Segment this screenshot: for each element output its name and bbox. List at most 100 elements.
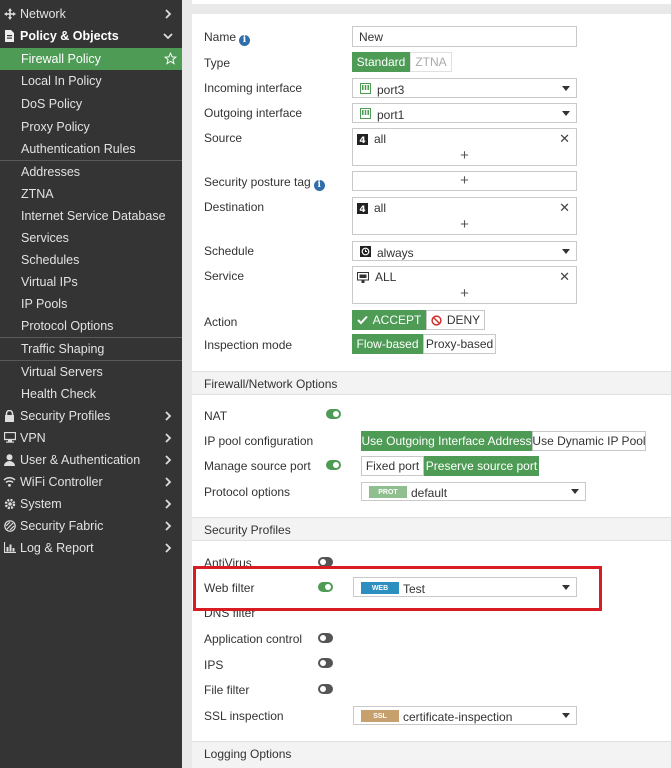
use-dynamic-ip-pool-button[interactable]: Use Dynamic IP Pool [532, 431, 646, 451]
sidebar-item-protocol-options[interactable]: Protocol Options [0, 315, 182, 337]
sidebar-item-internet-service-database[interactable]: Internet Service Database [0, 205, 182, 227]
sidebar-item-traffic-shaping[interactable]: Traffic Shaping [0, 338, 182, 360]
action-accept-button[interactable]: ACCEPT [352, 310, 426, 330]
svg-text:4: 4 [359, 136, 365, 145]
sidebar-item-vpn[interactable]: VPN [0, 427, 182, 449]
sidebar-item-authentication-rules[interactable]: Authentication Rules [0, 138, 182, 160]
manage-source-port-toggle[interactable] [326, 460, 341, 470]
sidebar-item-label: Authentication Rules [21, 142, 136, 156]
sidebar-item-security-profiles[interactable]: Security Profiles [0, 405, 182, 427]
panel-top-strip [192, 0, 671, 4]
chevron-right-icon [165, 433, 172, 443]
service-field[interactable]: ALL ✕ + [352, 266, 577, 304]
add-source-button[interactable]: + [353, 147, 576, 164]
sidebar-item-health-check[interactable]: Health Check [0, 383, 182, 405]
sidebar-item-security-fabric[interactable]: Security Fabric [0, 515, 182, 537]
sidebar-item-label: DoS Policy [21, 97, 83, 111]
chart-icon [3, 541, 16, 554]
source-field[interactable]: 4 all ✕ + [352, 128, 577, 166]
type-ztna-button[interactable]: ZTNA [410, 52, 452, 72]
sidebar-item-firewall-policy[interactable]: Firewall Policy [0, 48, 182, 70]
ssl-inspection-select[interactable]: SSL certificate-inspection [353, 706, 577, 725]
deny-icon [431, 314, 442, 326]
add-service-button[interactable]: + [353, 285, 576, 302]
name-input[interactable] [352, 26, 577, 47]
service-entry: ALL [357, 270, 396, 284]
destination-field[interactable]: 4 all ✕ + [352, 197, 577, 235]
destination-entry: 4 all [357, 201, 386, 215]
service-value: ALL [375, 270, 397, 284]
name-label: Name i [204, 30, 251, 46]
sidebar-item-addresses[interactable]: Addresses [0, 161, 182, 183]
sidebar-item-label: Services [21, 231, 69, 245]
remove-destination-icon[interactable]: ✕ [559, 200, 570, 216]
sidebar-item-network[interactable]: Network [0, 3, 182, 25]
sidebar-item-log-report[interactable]: Log & Report [0, 537, 182, 559]
wifi-icon [3, 475, 16, 488]
outgoing-interface-select[interactable]: port1 [352, 103, 577, 123]
chevron-right-icon [165, 411, 172, 421]
sidebar-item-label: Health Check [21, 387, 97, 401]
sidebar-item-label: Log & Report [20, 541, 94, 555]
sidebar-item-system[interactable]: System [0, 493, 182, 515]
application-control-toggle[interactable] [318, 633, 333, 643]
proxy-based-button[interactable]: Proxy-based [423, 334, 496, 354]
file-filter-toggle[interactable] [318, 684, 333, 694]
sidebar-item-proxy-policy[interactable]: Proxy Policy [0, 116, 182, 138]
add-destination-button[interactable]: + [353, 216, 576, 233]
protocol-options-select[interactable]: PROT default [361, 482, 586, 501]
sidebar-item-schedules[interactable]: Schedules [0, 249, 182, 271]
incoming-interface-select[interactable]: port3 [352, 78, 577, 98]
sidebar-item-label: System [20, 497, 62, 511]
remove-service-icon[interactable]: ✕ [559, 269, 570, 285]
sidebar-item-label: Network [20, 7, 66, 21]
sidebar-item-local-in-policy[interactable]: Local In Policy [0, 70, 182, 92]
star-icon[interactable] [164, 52, 177, 65]
accept-label: ACCEPT [372, 313, 422, 327]
add-posture-tag-button[interactable]: + [353, 172, 576, 189]
caret-down-icon [562, 86, 570, 91]
sidebar-item-label: Proxy Policy [21, 120, 90, 134]
use-outgoing-interface-button[interactable]: Use Outgoing Interface Address [361, 431, 532, 451]
sidebar-item-ip-pools[interactable]: IP Pools [0, 293, 182, 315]
info-icon[interactable]: i [239, 35, 251, 46]
vpn-icon [3, 431, 16, 444]
chevron-right-icon [165, 521, 172, 531]
firewall-network-options-header: Firewall/Network Options [192, 371, 671, 395]
check-icon [356, 315, 368, 325]
section-title: Firewall/Network Options [204, 377, 338, 391]
schedule-select[interactable]: always [352, 241, 577, 261]
action-deny-button[interactable]: DENY [426, 310, 485, 330]
sidebar-item-ztna[interactable]: ZTNA [0, 183, 182, 205]
fabric-icon [3, 519, 16, 532]
sidebar-item-user-authentication[interactable]: User & Authentication [0, 449, 182, 471]
sidebar-item-virtual-ips[interactable]: Virtual IPs [0, 271, 182, 293]
chevron-right-icon [165, 543, 172, 553]
flow-based-button[interactable]: Flow-based [352, 334, 423, 354]
highlight-box [193, 566, 602, 611]
sidebar-item-label: Security Profiles [20, 409, 111, 423]
sidebar-item-policy-objects[interactable]: Policy & Objects [0, 25, 182, 47]
sidebar-item-wifi-controller[interactable]: WiFi Controller [0, 471, 182, 493]
service-icon [357, 271, 369, 283]
ips-toggle[interactable] [318, 658, 333, 668]
sidebar-item-dos-policy[interactable]: DoS Policy [0, 93, 182, 115]
address-icon: 4 [357, 133, 368, 145]
clock-icon [360, 246, 371, 257]
info-icon[interactable]: i [313, 180, 325, 191]
security-posture-field[interactable]: + [352, 171, 577, 191]
sidebar-item-services[interactable]: Services [0, 227, 182, 249]
security-profiles-header: Security Profiles [192, 517, 671, 541]
type-standard-button[interactable]: Standard [352, 52, 410, 72]
nat-toggle[interactable] [326, 409, 341, 419]
remove-source-icon[interactable]: ✕ [559, 131, 570, 147]
sidebar-item-label: User & Authentication [20, 453, 141, 467]
network-icon [3, 7, 16, 20]
fixed-port-button[interactable]: Fixed port [361, 456, 424, 476]
preserve-source-port-button[interactable]: Preserve source port [424, 456, 539, 476]
chevron-down-icon [163, 33, 173, 40]
sidebar-item-label: Local In Policy [21, 74, 102, 88]
protocol-options-value: default [411, 486, 448, 500]
caret-down-icon [562, 713, 570, 718]
sidebar-item-virtual-servers[interactable]: Virtual Servers [0, 361, 182, 383]
